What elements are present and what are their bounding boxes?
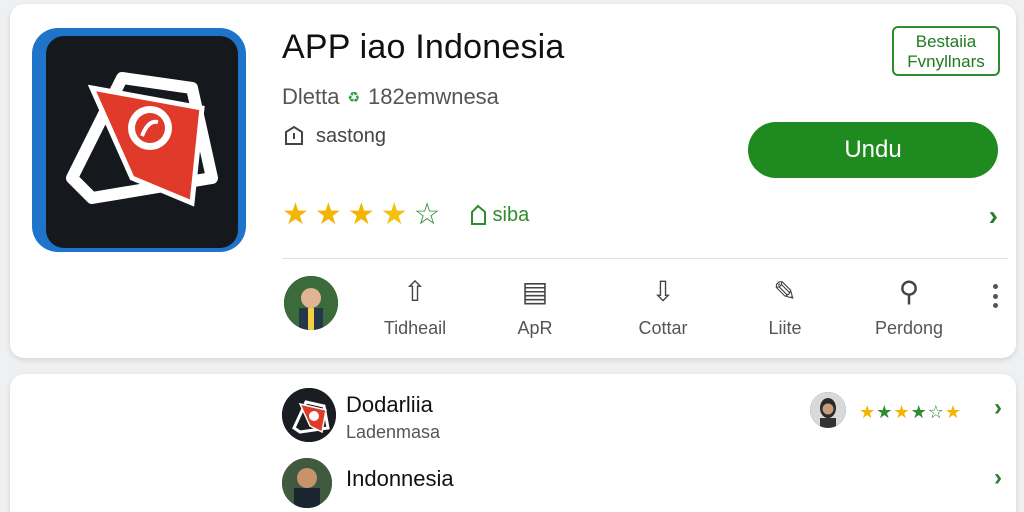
meta-row: sastong [282, 124, 386, 148]
action-label: Tidheail [383, 318, 447, 338]
share-up-icon: ⇧ [403, 276, 427, 307]
star-icon: ★ [944, 402, 961, 422]
action-label: Cottar [638, 318, 688, 338]
mini-rating: ★ ★ ★ ★ ☆ ★ [859, 402, 962, 423]
star-icon: ★ [893, 402, 910, 422]
chevron-right-icon[interactable]: › [989, 200, 998, 232]
developer-line[interactable]: Dletta ♻ 182emwnesa [282, 84, 499, 110]
list-item-subtitle: Ladenmasa [346, 422, 441, 442]
list-item[interactable]: Indonnesia › [282, 454, 1002, 512]
related-apps-card: Dodarliia Ladenmasa ★ ★ ★ ★ ☆ ★ › Indonn… [10, 374, 1016, 512]
app-title: APP iao Indonesia [282, 28, 565, 66]
action-edit[interactable]: ✎ Liite [730, 274, 840, 339]
star-half-icon: ★ [380, 198, 408, 231]
list-item-title: Indonnesia [346, 466, 454, 491]
meta-text: sastong [316, 124, 387, 147]
app-icon [282, 388, 336, 442]
badge-line-1: Bestaiia [915, 32, 977, 51]
list-item[interactable]: Dodarliia Ladenmasa ★ ★ ★ ★ ☆ ★ › [282, 384, 1002, 444]
action-search[interactable]: ⚲ Perdong [854, 274, 964, 339]
action-share[interactable]: ⇧ Tidheail [360, 274, 470, 339]
search-icon: ⚲ [898, 276, 920, 307]
star-outline-icon: ☆ [927, 402, 944, 422]
star-icon: ★ [859, 402, 876, 422]
app-detail-card: APP iao Indonesia Dletta ♻ 182emwnesa sa… [10, 4, 1016, 358]
editors-choice-badge: Bestaiia Fvnyllnars [892, 26, 1000, 76]
list-item-title: Dodarliia [346, 392, 433, 417]
star-icon: ★ [910, 402, 927, 422]
star-outline-icon: ☆ [413, 198, 441, 231]
star-icon: ★ [876, 402, 893, 422]
tag-label: siba [492, 203, 530, 226]
badge-line-2: Fvnyllnars [907, 52, 985, 71]
star-icon: ★ [347, 198, 375, 231]
more-options-icon[interactable] [992, 284, 998, 308]
star-icon: ★ [314, 198, 342, 231]
tag[interactable]: siba [469, 203, 530, 227]
action-label: ApR [517, 318, 553, 338]
action-label: Perdong [874, 318, 944, 338]
app-icon [32, 28, 246, 252]
divider [282, 258, 1008, 259]
verified-icon: ♻ [347, 88, 361, 105]
action-download[interactable]: ⇩ Cottar [608, 274, 718, 339]
download-icon: ⇩ [651, 276, 675, 307]
reviewer-avatar [810, 392, 846, 428]
chevron-right-icon[interactable]: › [994, 394, 1002, 422]
developer-name[interactable]: Dletta [282, 84, 339, 110]
rating-row[interactable]: ★ ★ ★ ★ ☆ siba [282, 200, 529, 230]
tag-icon [470, 204, 486, 225]
document-icon: ▤ [521, 276, 549, 307]
action-bar: ⇧ Tidheail ▤ ApR ⇩ Cottar ✎ Liite ⚲ Perd… [350, 274, 990, 344]
avatar [282, 458, 332, 508]
install-button[interactable]: Undu [748, 122, 998, 178]
star-icon: ★ [282, 198, 309, 231]
info-icon [285, 125, 303, 145]
action-about[interactable]: ▤ ApR [480, 274, 590, 339]
chevron-right-icon[interactable]: › [994, 464, 1002, 492]
avatar[interactable] [284, 276, 338, 330]
action-label: Liite [768, 318, 802, 338]
edit-icon: ✎ [773, 276, 797, 307]
developer-suffix: 182emwnesa [368, 84, 499, 109]
